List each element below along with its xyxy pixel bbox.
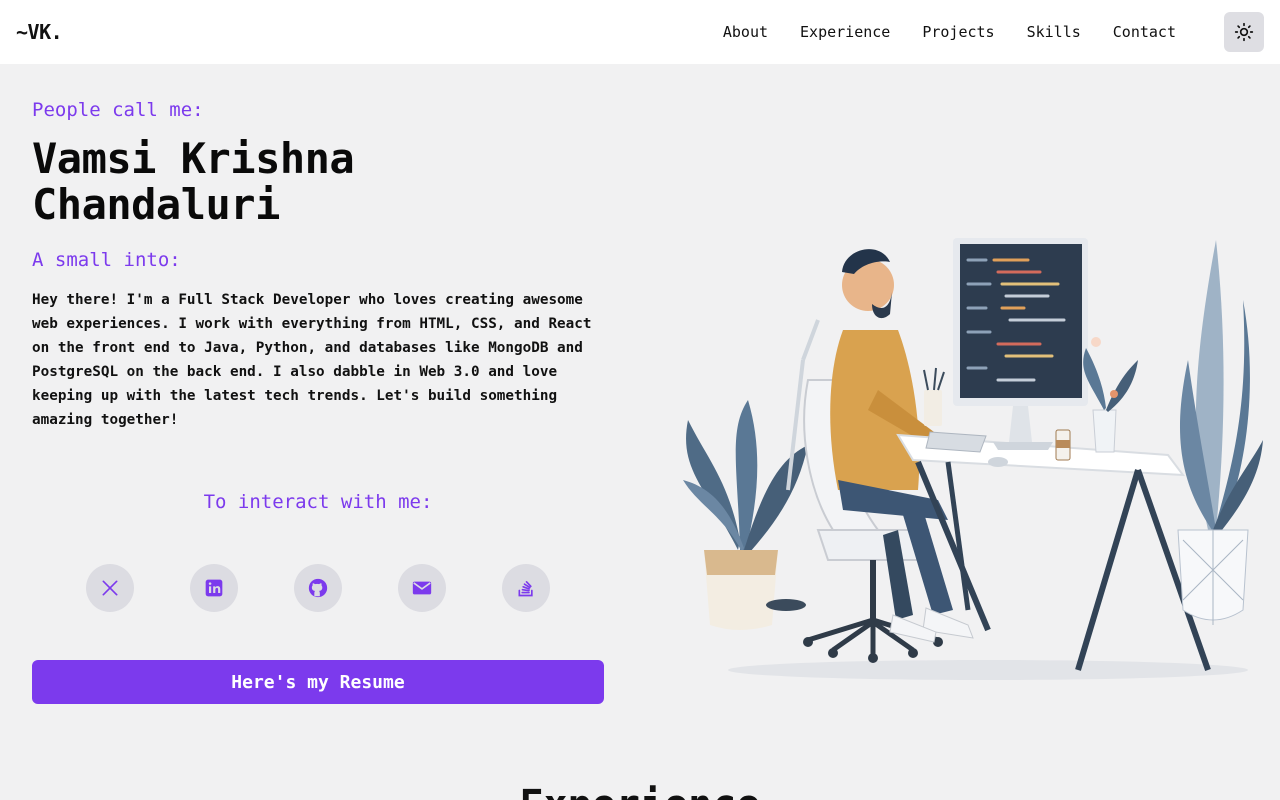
desk	[896, 433, 1211, 671]
nav-links: About Experience Projects Skills Contact	[707, 0, 1192, 64]
stackoverflow-link[interactable]	[502, 564, 550, 612]
nav-link-projects[interactable]: Projects	[906, 23, 1010, 41]
theme-toggle-button[interactable]	[1224, 12, 1264, 52]
left-plant	[683, 400, 808, 630]
resume-button[interactable]: Here's my Resume	[32, 660, 604, 704]
mail-link[interactable]	[398, 564, 446, 612]
hero-bio: Hey there! I'm a Full Stack Developer wh…	[32, 292, 592, 428]
github-link[interactable]	[294, 564, 342, 612]
hero-subhead: A small into:	[32, 249, 181, 271]
interact-label: To interact with me:	[203, 491, 433, 513]
social-links	[86, 564, 550, 612]
section-heading-experience: Experience	[0, 780, 1280, 800]
navbar: ~VK. About Experience Projects Skills Co…	[0, 0, 1280, 64]
nav-link-skills[interactable]: Skills	[1011, 23, 1097, 41]
hero-intro: People call me: Vamsi Krishna Chandaluri…	[32, 96, 604, 432]
hero-eyebrow: People call me:	[32, 99, 204, 121]
nav-link-about[interactable]: About	[707, 23, 784, 41]
github-icon	[308, 578, 328, 598]
sun-icon	[1234, 22, 1254, 42]
x-link[interactable]	[86, 564, 134, 612]
hero-name: Vamsi Krishna Chandaluri	[32, 134, 355, 229]
linkedin-link[interactable]	[190, 564, 238, 612]
developer-illustration	[683, 238, 1263, 680]
nav-link-contact[interactable]: Contact	[1097, 23, 1192, 41]
linkedin-icon	[205, 579, 223, 597]
desk-plant	[1083, 337, 1138, 453]
nav-link-experience[interactable]: Experience	[784, 23, 906, 41]
x-icon	[102, 580, 118, 596]
site-logo[interactable]: ~VK.	[16, 20, 63, 44]
right-plant	[1177, 240, 1263, 625]
monitor	[953, 238, 1088, 450]
mail-icon	[412, 581, 432, 595]
stackoverflow-icon	[518, 580, 533, 597]
